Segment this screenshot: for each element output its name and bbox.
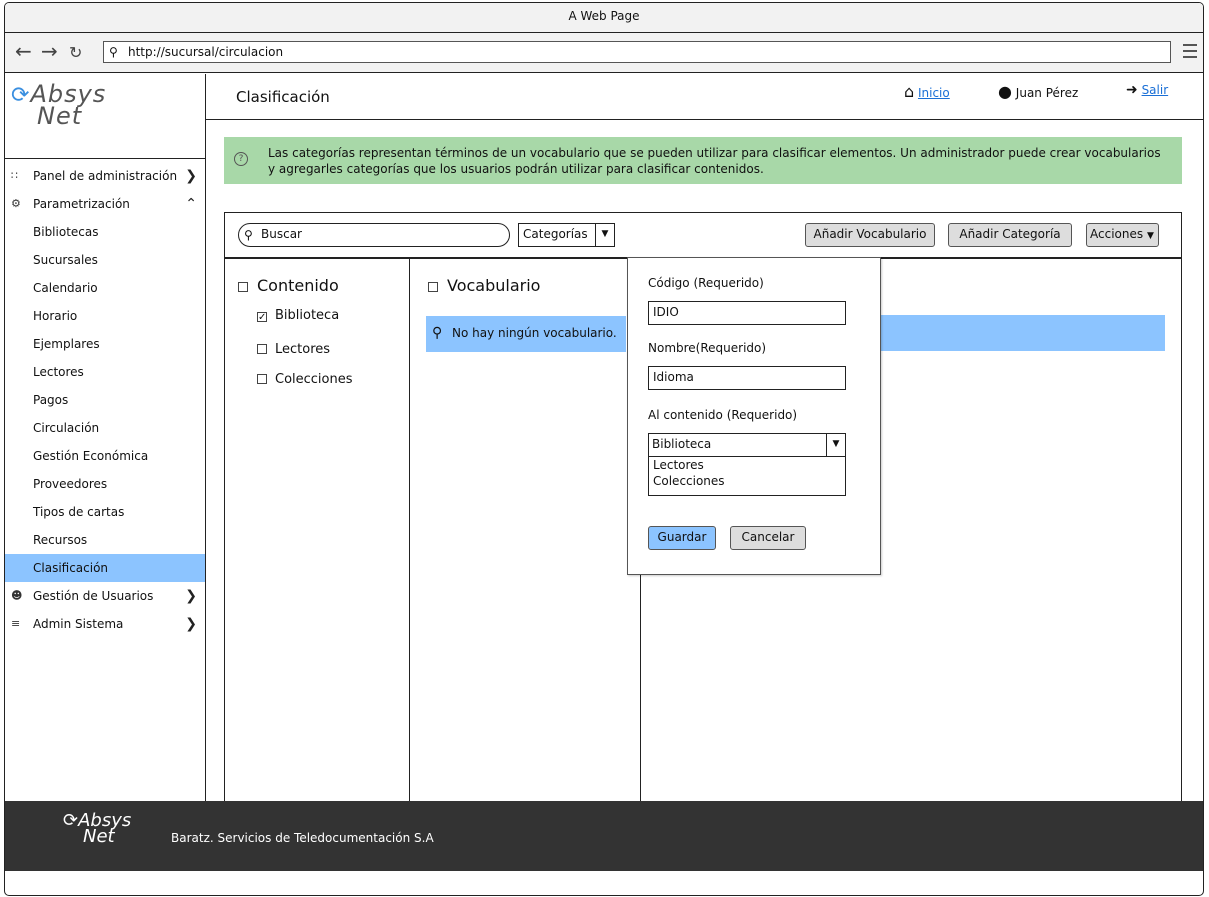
url-input[interactable]: ⚲ http://sucursal/circulacion bbox=[103, 41, 1171, 63]
vocabulary-column-header: Vocabulario bbox=[447, 276, 541, 295]
content-select-all-checkbox[interactable] bbox=[238, 282, 248, 292]
vocabulary-column: Vocabulario ⚲ No hay ningún vocabulario. bbox=[410, 259, 641, 803]
dashboard-icon: ∷ bbox=[11, 169, 18, 182]
window-title: A Web Page bbox=[568, 9, 640, 23]
users-icon: ☻ bbox=[11, 589, 23, 602]
sidebar-item-lectores[interactable]: Lectores bbox=[5, 358, 205, 386]
sidebar-item-calendario[interactable]: Calendario bbox=[5, 274, 205, 302]
lectores-checkbox[interactable] bbox=[257, 344, 267, 354]
sidebar-item-ejemplares[interactable]: Ejemplares bbox=[5, 330, 205, 358]
sidebar-item-admin-sistema[interactable]: ≡ Admin Sistema ❯ bbox=[5, 610, 205, 638]
caret-down-icon: ▼ bbox=[1146, 231, 1154, 241]
colecciones-checkbox[interactable] bbox=[257, 374, 267, 384]
sidebar-item-parametrizacion[interactable]: ⚙ Parametrización ⌃ bbox=[5, 190, 205, 218]
biblioteca-label: Biblioteca bbox=[275, 308, 340, 323]
absys-logo: ⟳Absys Net bbox=[11, 80, 107, 130]
actions-button[interactable]: Acciones ▼ bbox=[1086, 223, 1159, 247]
sidebar-item-gestion-economica[interactable]: Gestión Económica bbox=[5, 442, 205, 470]
sidebar-item-pagos[interactable]: Pagos bbox=[5, 386, 205, 414]
sidebar: ⟳Absys Net ∷ Panel de administración ❯ ⚙… bbox=[5, 74, 206, 816]
chevron-right-icon: ❯ bbox=[185, 168, 197, 184]
biblioteca-checkbox[interactable]: ✓ bbox=[257, 312, 267, 323]
user-avatar-icon: ● bbox=[998, 82, 1012, 101]
content-column: Contenido ✓ Biblioteca Lectores Coleccio… bbox=[225, 259, 410, 803]
window-titlebar: A Web Page bbox=[5, 3, 1203, 33]
content-select[interactable]: Biblioteca ▼ bbox=[648, 433, 846, 457]
footer-logo: ⟳Absys Net bbox=[63, 810, 132, 847]
colecciones-label: Colecciones bbox=[275, 372, 353, 387]
save-button[interactable]: Guardar bbox=[648, 526, 716, 550]
sidebar-item-proveedores[interactable]: Proveedores bbox=[5, 470, 205, 498]
add-vocabulary-button[interactable]: Añadir Vocabulario bbox=[805, 223, 935, 247]
gears-icon: ⚙ bbox=[11, 197, 21, 210]
search-input[interactable]: ⚲ Buscar bbox=[238, 223, 510, 247]
page-title: Clasificación bbox=[236, 88, 330, 106]
reload-icon[interactable]: ↻ bbox=[69, 43, 82, 63]
empty-vocabulary-note: ⚲ No hay ningún vocabulario. bbox=[426, 316, 626, 352]
content-option-lectores[interactable]: Lectores bbox=[653, 457, 841, 473]
code-input[interactable]: IDIO bbox=[648, 301, 846, 325]
name-input[interactable]: Idioma bbox=[648, 366, 846, 390]
address-bar-area: ← → ↻ ⚲ http://sucursal/circulacion bbox=[5, 33, 1203, 73]
content-select-value: Biblioteca bbox=[652, 437, 712, 451]
home-icon: ⌂ bbox=[904, 82, 915, 101]
home-link-label[interactable]: Inicio bbox=[918, 86, 950, 100]
content-option-colecciones[interactable]: Colecciones bbox=[653, 473, 841, 489]
question-icon: ? bbox=[234, 152, 248, 166]
filter-select-value: Categorías bbox=[523, 227, 588, 241]
search-icon: ⚲ bbox=[109, 45, 118, 59]
main-header: Clasificación ⌂ Inicio ● Juan Pérez ➜ Sa… bbox=[206, 74, 1203, 120]
chevron-up-icon: ⌃ bbox=[185, 196, 197, 212]
filter-select[interactable]: Categorías ▼ bbox=[518, 223, 615, 247]
info-text: Las categorías representan términos de u… bbox=[268, 146, 1161, 176]
add-category-button[interactable]: Añadir Categoría bbox=[948, 223, 1072, 247]
sidebar-divider bbox=[5, 158, 205, 159]
sidebar-item-tipos-de-cartas[interactable]: Tipos de cartas bbox=[5, 498, 205, 526]
search-placeholder: Buscar bbox=[261, 227, 302, 241]
content-column-header: Contenido bbox=[257, 276, 339, 295]
content-label: Al contenido (Requerido) bbox=[648, 408, 798, 422]
footer: ⟳Absys Net Baratz. Servicios de Teledocu… bbox=[5, 801, 1203, 871]
add-vocabulary-popup: Código (Requerido) IDIO Nombre(Requerido… bbox=[627, 257, 881, 575]
home-link[interactable]: ⌂ Inicio bbox=[904, 82, 950, 101]
content-options-list: Lectores Colecciones bbox=[648, 456, 846, 496]
user-profile[interactable]: ● Juan Pérez bbox=[998, 82, 1078, 101]
chevron-down-icon: ▼ bbox=[595, 224, 614, 246]
url-text: http://sucursal/circulacion bbox=[128, 45, 284, 59]
user-name: Juan Pérez bbox=[1015, 86, 1079, 100]
lectores-label: Lectores bbox=[275, 342, 331, 357]
info-box: ? Las categorías representan términos de… bbox=[224, 137, 1182, 184]
hamburger-menu-icon[interactable] bbox=[1183, 44, 1197, 62]
footer-company: Baratz. Servicios de Teledocumentación S… bbox=[171, 831, 434, 845]
cancel-button[interactable]: Cancelar bbox=[730, 526, 806, 550]
sidebar-item-circulacion[interactable]: Circulación bbox=[5, 414, 205, 442]
sidebar-item-gestion-usuarios[interactable]: ☻ Gestión de Usuarios ❯ bbox=[5, 582, 205, 610]
logout-link[interactable]: ➜ Salir bbox=[1126, 82, 1168, 98]
sidebar-item-clasificacion[interactable]: Clasificación bbox=[5, 554, 205, 582]
vocabulary-select-all-checkbox[interactable] bbox=[428, 282, 438, 292]
logout-link-label[interactable]: Salir bbox=[1142, 83, 1169, 97]
search-icon: ⚲ bbox=[244, 228, 253, 242]
sidebar-item-horario[interactable]: Horario bbox=[5, 302, 205, 330]
category-highlight-bar bbox=[879, 315, 1165, 351]
sidebar-item-sucursales[interactable]: Sucursales bbox=[5, 246, 205, 274]
logout-icon: ➜ bbox=[1126, 82, 1138, 98]
browser-window: A Web Page ← → ↻ ⚲ http://sucursal/circu… bbox=[4, 2, 1204, 896]
sidebar-item-panel-administracion[interactable]: ∷ Panel de administración ❯ bbox=[5, 162, 205, 190]
chevron-down-icon: ▼ bbox=[826, 434, 845, 456]
forward-arrow-icon[interactable]: → bbox=[41, 41, 58, 61]
sidebar-item-recursos[interactable]: Recursos bbox=[5, 526, 205, 554]
chevron-right-icon: ❯ bbox=[185, 616, 197, 632]
back-arrow-icon[interactable]: ← bbox=[15, 41, 32, 61]
sidebar-item-bibliotecas[interactable]: Bibliotecas bbox=[5, 218, 205, 246]
name-label: Nombre(Requerido) bbox=[648, 341, 767, 355]
stack-icon: ≡ bbox=[11, 617, 21, 630]
code-label: Código (Requerido) bbox=[648, 276, 764, 290]
chevron-right-icon: ❯ bbox=[185, 588, 197, 604]
lightbulb-icon: ⚲ bbox=[432, 325, 443, 341]
